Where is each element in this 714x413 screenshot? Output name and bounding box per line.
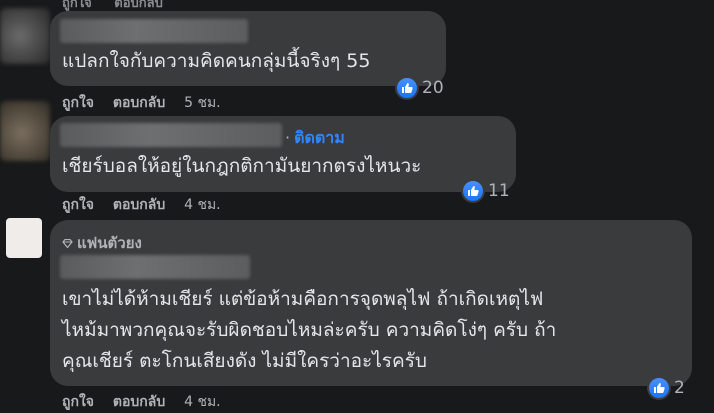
badge-label: แฟนตัวยง	[77, 234, 142, 252]
top-fan-badge[interactable]: แฟนตัวยง	[62, 231, 142, 255]
reaction-count: 11	[488, 181, 510, 201]
reaction-summary[interactable]: 11	[461, 179, 510, 203]
follow-link[interactable]: · ติดตาม	[285, 126, 345, 151]
reaction-summary[interactable]: 2	[647, 376, 685, 400]
avatar[interactable]	[6, 218, 42, 258]
comment-text: เขาไม่ได้ห้ามเชียร์ แต่ข้อห้ามคือการจุดพ…	[62, 288, 544, 310]
reaction-count: 20	[422, 78, 444, 98]
comment-actions: ถูกใจ ตอบกลับ 5 ชม.	[62, 92, 235, 114]
reply-link[interactable]: ตอบกลับ	[113, 95, 165, 111]
timestamp[interactable]: 4 ชม.	[184, 394, 221, 410]
thumbs-up-icon	[395, 76, 419, 100]
avatar[interactable]	[0, 8, 50, 64]
separator-dot: ·	[285, 128, 291, 147]
author-name-blurred[interactable]	[60, 255, 250, 279]
reply-link[interactable]: ตอบกลับ	[113, 394, 165, 410]
like-link[interactable]: ถูกใจ	[62, 197, 94, 213]
author-name-blurred[interactable]	[60, 123, 282, 147]
follow-label: ติดตาม	[294, 128, 345, 147]
reaction-count: 2	[674, 378, 685, 398]
thumbs-up-icon	[647, 376, 671, 400]
like-link[interactable]: ถูกใจ	[62, 394, 94, 410]
reaction-summary[interactable]: 20	[395, 76, 444, 100]
diamond-icon	[62, 239, 73, 248]
reply-link[interactable]: ตอบกลับ	[113, 197, 165, 213]
thumbs-up-icon	[461, 179, 485, 203]
reply-link[interactable]: ตอบกลับ	[114, 0, 163, 11]
timestamp[interactable]: 4 ชม.	[184, 197, 221, 213]
author-name-blurred[interactable]	[60, 19, 248, 43]
like-link[interactable]: ถูกใจ	[62, 0, 92, 11]
comment-actions: ถูกใจ ตอบกลับ 4 ชม.	[62, 194, 235, 216]
comment-text: คุณเชียร์ ตะโกนเสียงดัง ไม่มีใครว่าอะไรค…	[62, 350, 427, 372]
previous-comment-actions: ถูกใจ ตอบกลับ	[62, 0, 181, 11]
timestamp[interactable]: 5 ชม.	[184, 95, 221, 111]
avatar[interactable]	[0, 101, 50, 161]
comment-text: ไหม้มาพวกคุณจะรับผิดชอบไหมล่ะครับ ความคิ…	[62, 319, 557, 341]
comment-text: แปลกใจกับความคิดคนกลุ่มนี้จริงๆ 55	[62, 50, 371, 72]
like-link[interactable]: ถูกใจ	[62, 95, 94, 111]
comment-text: เชียร์บอลให้อยู่ในกฎกติกามันยากตรงไหนวะ	[62, 155, 422, 177]
